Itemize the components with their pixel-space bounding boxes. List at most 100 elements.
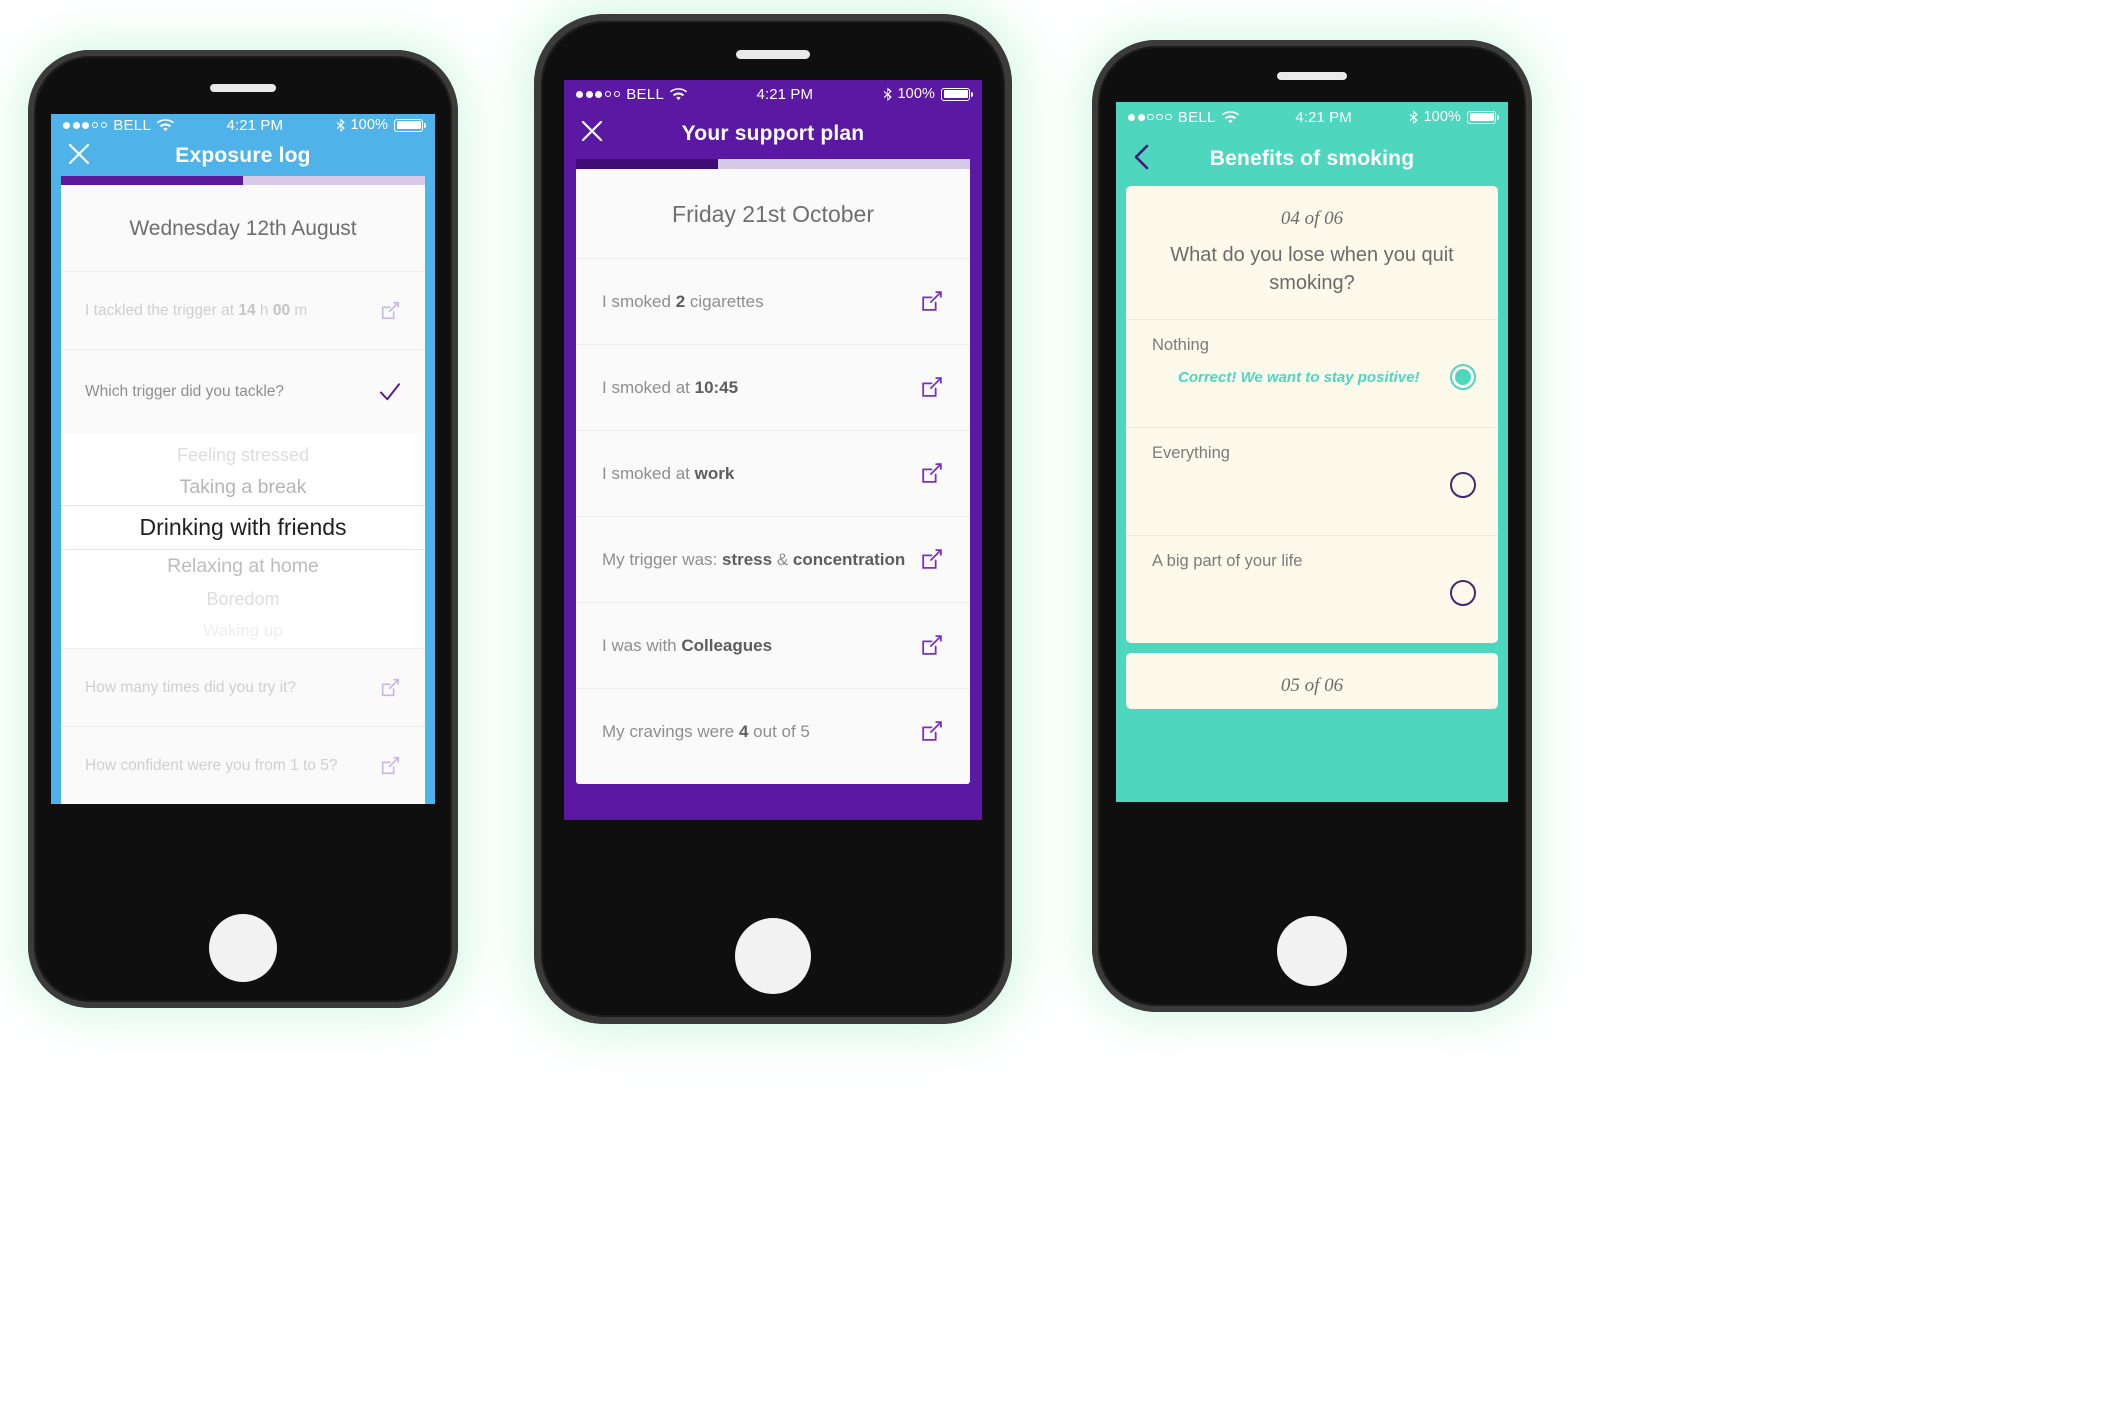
progress-fill bbox=[576, 159, 718, 169]
log-row-label: Which trigger did you tackle? bbox=[85, 382, 285, 400]
bluetooth-icon bbox=[1409, 110, 1418, 125]
edit-icon[interactable] bbox=[379, 300, 401, 322]
progress-track-remainder bbox=[243, 176, 425, 185]
question-card-05: 05 of 06 bbox=[1126, 653, 1498, 710]
status-right: 100% bbox=[883, 86, 974, 103]
radio-button[interactable] bbox=[1450, 580, 1476, 607]
edit-icon[interactable] bbox=[919, 289, 944, 314]
status-time: 4:21 PM bbox=[756, 85, 814, 103]
plan-date: Friday 21st October bbox=[672, 201, 874, 227]
status-left: BELL bbox=[63, 116, 175, 134]
wheel-item[interactable]: Taking a break bbox=[61, 471, 425, 505]
screen-exposure-log: BELL 4:21 PM 100% Exposure log Wednesday… bbox=[51, 114, 435, 804]
edit-icon[interactable] bbox=[919, 375, 944, 400]
log-row-label: How confident were you from 1 to 5? bbox=[85, 756, 338, 774]
status-right: 100% bbox=[1409, 109, 1500, 125]
quiz-option-nothing[interactable]: Nothing Correct! We want to stay positiv… bbox=[1126, 319, 1498, 427]
progress-fill bbox=[61, 176, 243, 185]
edit-icon[interactable] bbox=[379, 677, 401, 699]
edit-icon[interactable] bbox=[919, 461, 944, 486]
wheel-item[interactable]: Waking up bbox=[61, 615, 425, 646]
check-icon[interactable] bbox=[379, 382, 401, 402]
plan-row-label: I was with Colleagues bbox=[602, 635, 773, 655]
plan-row-place[interactable]: I smoked at work bbox=[576, 430, 970, 516]
home-button[interactable] bbox=[735, 918, 811, 994]
quiz-option-everything[interactable]: Everything bbox=[1126, 427, 1498, 535]
edit-icon[interactable] bbox=[919, 719, 944, 744]
back-button[interactable] bbox=[1116, 144, 1152, 175]
log-row-tackled-time[interactable]: I tackled the trigger at 14 h 00 m bbox=[61, 271, 425, 349]
close-button[interactable] bbox=[564, 119, 604, 148]
chevron-left-icon bbox=[1134, 144, 1149, 169]
option-label: Nothing bbox=[1152, 336, 1209, 355]
wifi-icon bbox=[157, 118, 175, 132]
home-button[interactable] bbox=[209, 914, 277, 982]
sheet-container: Friday 21st October I smoked 2 cigarette… bbox=[564, 159, 982, 820]
question-number: 04 of 06 bbox=[1280, 208, 1344, 229]
battery-percent: 100% bbox=[350, 117, 388, 134]
page-title: Your support plan bbox=[681, 121, 865, 145]
quiz-container: 04 of 06 What do you lose when you quit … bbox=[1116, 186, 1508, 802]
log-row-how-confident[interactable]: How confident were you from 1 to 5? bbox=[61, 726, 425, 804]
phone-mockup-stage: BELL 4:21 PM 100% Exposure log Wednesday… bbox=[0, 0, 2118, 1402]
phone-device-quiz: BELL 4:21 PM 100% Benefits of smoking 04… bbox=[1066, 14, 1558, 1038]
plan-row-label: My trigger was: stress & concentration bbox=[602, 549, 906, 569]
radio-button[interactable] bbox=[1450, 472, 1476, 499]
status-time: 4:21 PM bbox=[1295, 108, 1352, 126]
signal-dots-icon bbox=[1128, 113, 1172, 121]
edit-icon[interactable] bbox=[919, 633, 944, 658]
signal-dots-icon bbox=[63, 121, 108, 129]
log-row-label: I tackled the trigger at 14 h 00 m bbox=[85, 301, 308, 319]
battery-percent: 100% bbox=[1423, 109, 1461, 125]
home-button[interactable] bbox=[1277, 916, 1347, 986]
close-icon bbox=[581, 121, 603, 142]
progress-track-remainder bbox=[717, 159, 970, 169]
log-row-which-trigger[interactable]: Which trigger did you tackle? bbox=[61, 349, 425, 433]
carrier-label: BELL bbox=[1177, 108, 1216, 126]
plan-row-cigarettes[interactable]: I smoked 2 cigarettes bbox=[576, 258, 970, 344]
status-right: 100% bbox=[336, 117, 427, 134]
plan-row-time[interactable]: I smoked at 10:45 bbox=[576, 344, 970, 430]
question-number: 05 of 06 bbox=[1280, 675, 1344, 697]
status-bar: BELL 4:21 PM 100% bbox=[51, 114, 435, 136]
plan-row-label: I smoked at 10:45 bbox=[602, 377, 739, 397]
status-left: BELL bbox=[576, 86, 688, 103]
log-row-how-many-times[interactable]: How many times did you try it? bbox=[61, 648, 425, 726]
progress-bar bbox=[576, 159, 970, 169]
progress-bar bbox=[61, 176, 425, 185]
plan-row-label: I smoked at work bbox=[602, 463, 735, 483]
answer-feedback: Correct! We want to stay positive! bbox=[1178, 369, 1420, 387]
radio-button-selected[interactable] bbox=[1450, 364, 1476, 391]
edit-icon[interactable] bbox=[919, 547, 944, 572]
quiz-option-big-part-of-life[interactable]: A big part of your life bbox=[1126, 535, 1498, 643]
nav-bar: Exposure log bbox=[51, 136, 435, 176]
phone-device-support-plan: BELL 4:21 PM 100% Your support plan Frid… bbox=[508, 0, 1038, 1050]
plan-row-company[interactable]: I was with Colleagues bbox=[576, 602, 970, 688]
close-button[interactable] bbox=[51, 142, 91, 171]
edit-icon[interactable] bbox=[379, 755, 401, 777]
status-bar: BELL 4:21 PM 100% bbox=[564, 80, 982, 108]
screen-support-plan: BELL 4:21 PM 100% Your support plan Frid… bbox=[564, 80, 982, 820]
bluetooth-icon bbox=[336, 118, 345, 133]
status-left: BELL bbox=[1128, 109, 1239, 126]
log-date: Wednesday 12th August bbox=[61, 185, 425, 271]
question-card-04: 04 of 06 What do you lose when you quit … bbox=[1126, 186, 1498, 644]
plan-row-trigger[interactable]: My trigger was: stress & concentration bbox=[576, 516, 970, 602]
page-title: Exposure log bbox=[175, 144, 311, 168]
plan-row-cravings[interactable]: My cravings were 4 out of 5 bbox=[576, 688, 970, 774]
wifi-icon bbox=[1221, 110, 1239, 124]
device-speaker bbox=[210, 84, 276, 92]
phone-device-exposure-log: BELL 4:21 PM 100% Exposure log Wednesday… bbox=[2, 24, 484, 1034]
wheel-item[interactable]: Feeling stressed bbox=[61, 439, 425, 471]
wifi-icon bbox=[670, 87, 688, 101]
carrier-label: BELL bbox=[113, 116, 152, 134]
wheel-item[interactable]: Relaxing at home bbox=[61, 550, 425, 584]
wheel-item-selected[interactable]: Drinking with friends bbox=[61, 504, 425, 550]
support-plan-sheet: Friday 21st October I smoked 2 cigarette… bbox=[576, 169, 970, 784]
device-speaker bbox=[736, 50, 810, 59]
trigger-wheel-picker[interactable]: Feeling stressed Taking a break Drinking… bbox=[61, 433, 425, 648]
device-speaker bbox=[1277, 72, 1347, 80]
wheel-item[interactable]: Boredom bbox=[61, 583, 425, 615]
plan-row-label: My cravings were 4 out of 5 bbox=[602, 721, 810, 741]
battery-percent: 100% bbox=[897, 86, 935, 103]
